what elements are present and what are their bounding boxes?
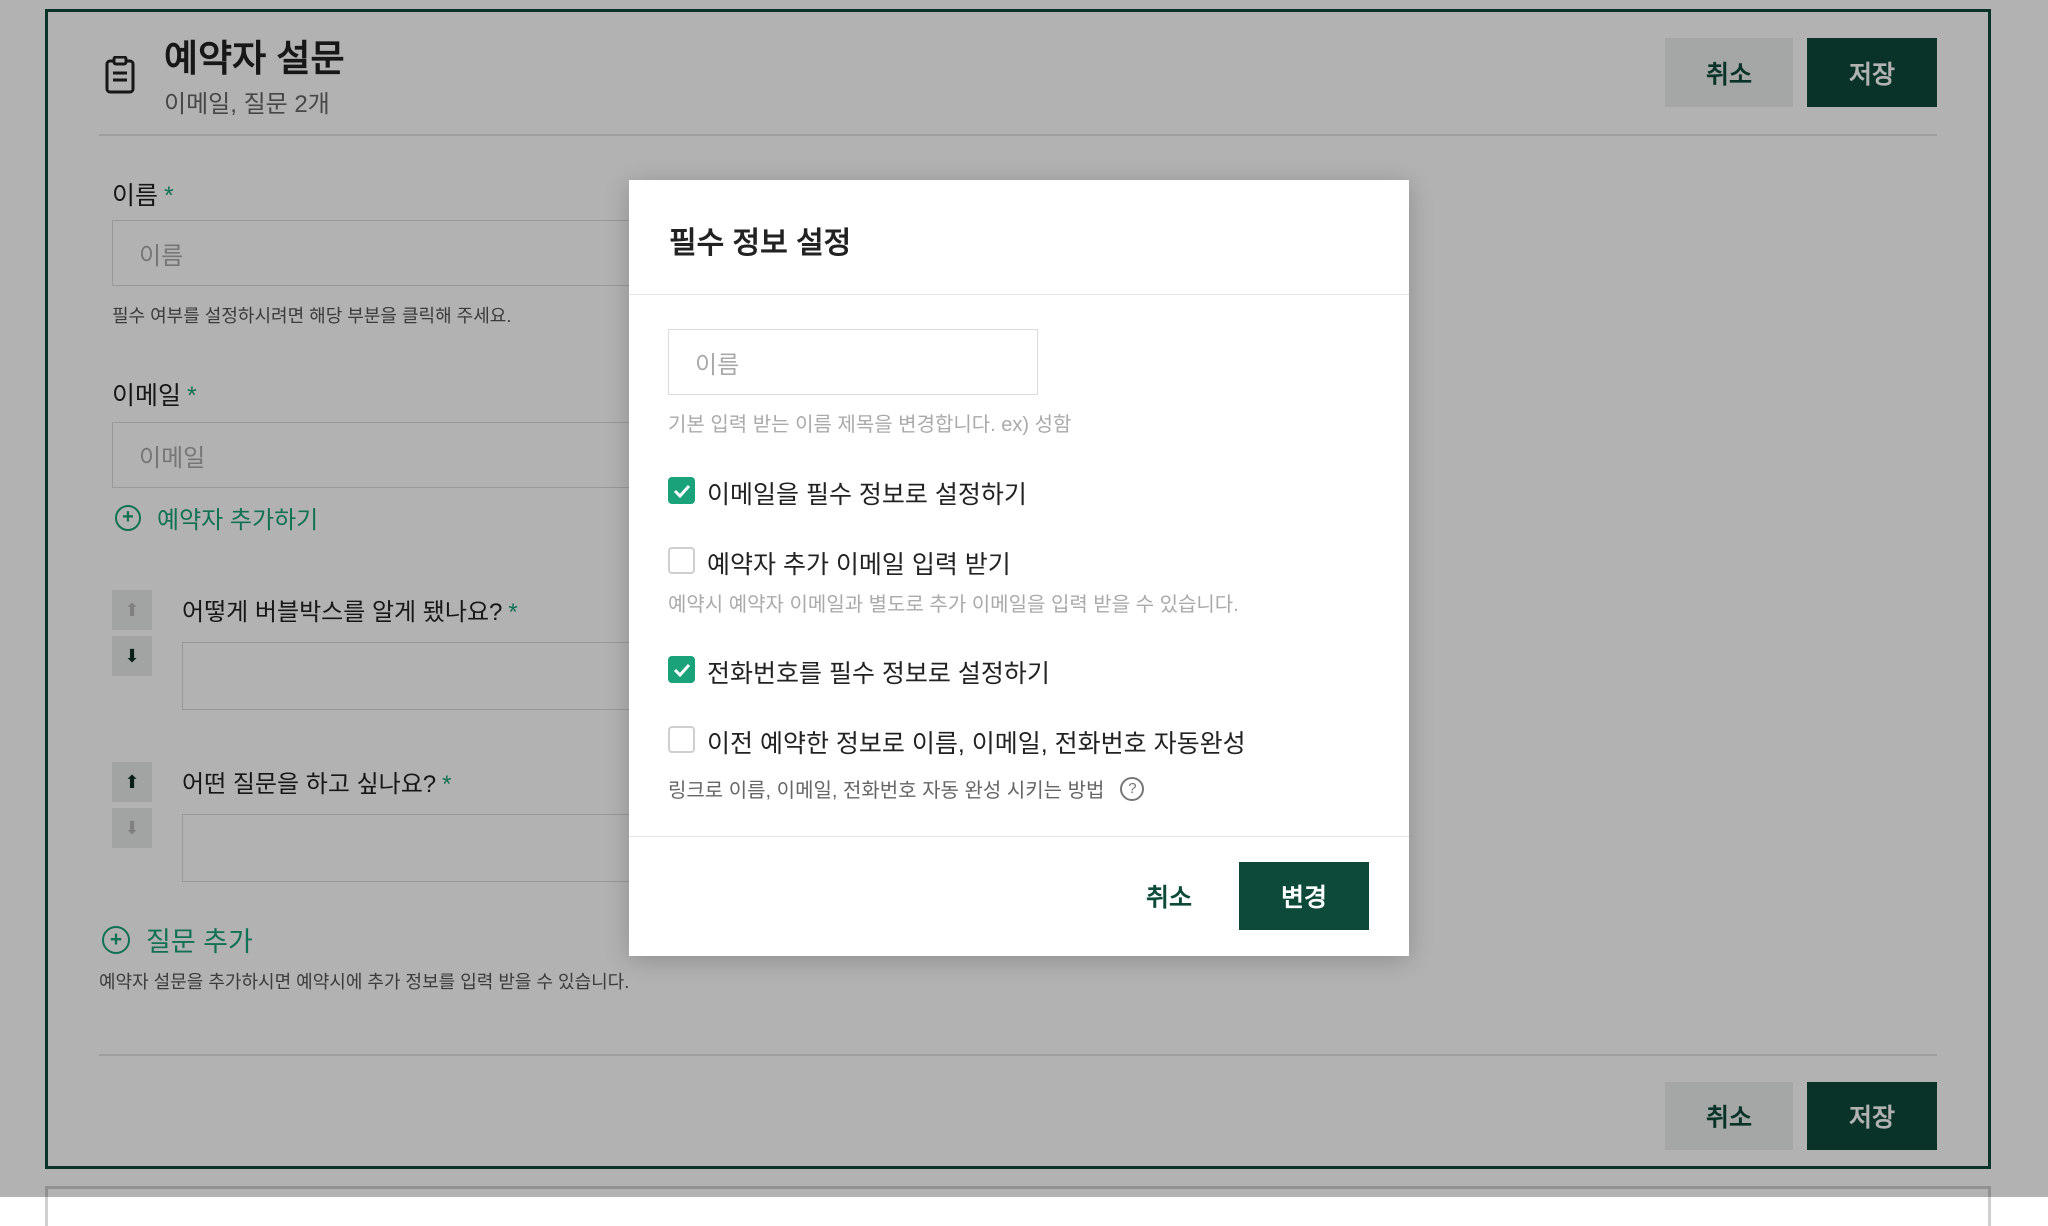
option-email-required-checkbox[interactable] [668, 477, 695, 504]
checkmark-icon [673, 484, 690, 498]
option-extra-email-checkbox[interactable] [668, 547, 695, 574]
modal-title: 필수 정보 설정 [669, 227, 852, 260]
option-phone-required-checkbox[interactable] [668, 656, 695, 683]
option-phone-required-label[interactable]: 전화번호를 필수 정보로 설정하기 [707, 654, 1050, 690]
modal-change-button[interactable]: 변경 [1239, 862, 1369, 930]
option-autofill-help[interactable]: 링크로 이름, 이메일, 전화번호 자동 완성 시키는 방법 ? [668, 774, 1145, 803]
modal-header-divider [629, 294, 1409, 295]
option-extra-email-label[interactable]: 예약자 추가 이메일 입력 받기 [707, 545, 1011, 581]
checkmark-icon [673, 663, 690, 677]
option-autofill-label[interactable]: 이전 예약한 정보로 이름, 이메일, 전화번호 자동완성 [707, 724, 1246, 760]
required-info-modal: 필수 정보 설정 이름 기본 입력 받는 이름 제목을 변경합니다. ex) 성… [629, 180, 1409, 956]
modal-footer-divider [629, 836, 1409, 837]
modal-name-help: 기본 입력 받는 이름 제목을 변경합니다. ex) 성함 [668, 414, 1072, 436]
option-email-required-label[interactable]: 이메일을 필수 정보로 설정하기 [707, 475, 1027, 511]
option-autofill-checkbox[interactable] [668, 726, 695, 753]
modal-cancel-button[interactable]: 취소 [1109, 862, 1229, 930]
option-autofill-help-text: 링크로 이름, 이메일, 전화번호 자동 완성 시키는 방법 [668, 780, 1105, 802]
option-extra-email-help: 예약시 예약자 이메일과 별도로 추가 이메일을 입력 받을 수 있습니다. [668, 594, 1239, 616]
modal-name-input[interactable]: 이름 [668, 329, 1038, 395]
question-icon[interactable]: ? [1120, 776, 1145, 801]
